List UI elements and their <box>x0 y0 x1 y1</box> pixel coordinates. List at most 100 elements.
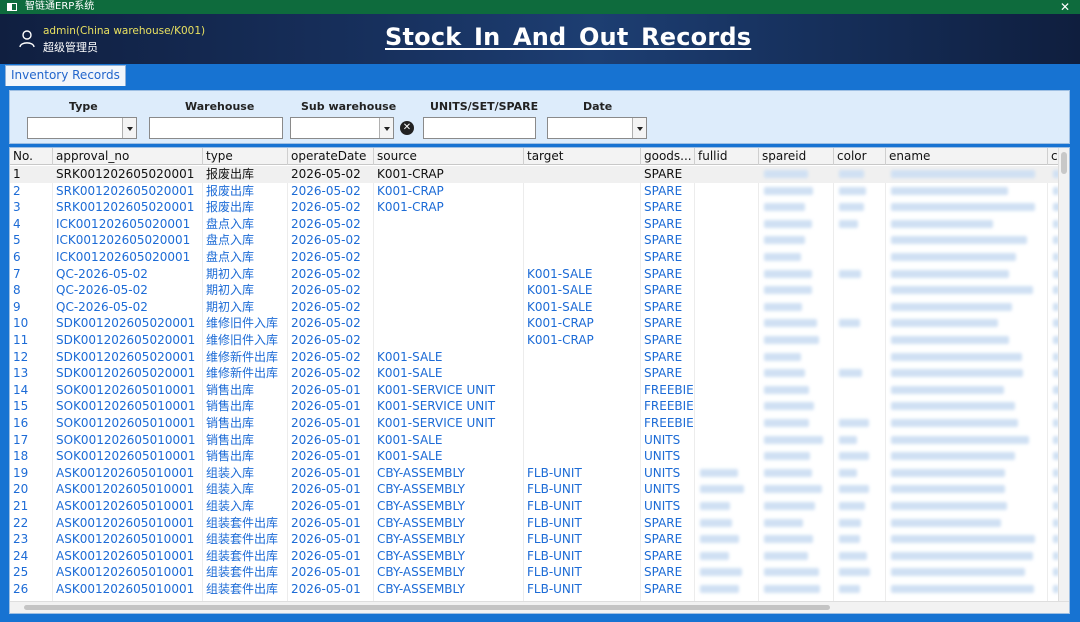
redacted-value <box>764 435 823 444</box>
column-header[interactable]: target <box>524 148 641 165</box>
table-cell: 报废出库 <box>206 167 255 181</box>
column-header[interactable]: ename <box>886 148 1048 165</box>
column-header[interactable]: type <box>203 148 288 165</box>
table-row[interactable]: 4 ICK001202605020001 盘点入库 2026-05-02 SPARE <box>10 216 1060 233</box>
clear-icon[interactable]: ✕ <box>400 121 414 135</box>
table-row[interactable]: 18 SOK001202605010001 销售出库 2026-05-01 K001-S… <box>10 448 1060 465</box>
table-row[interactable]: 12 SDK001202605020001 维修新件出库 2026-05-02 K001… <box>10 349 1060 366</box>
table-row[interactable]: 9 QC-2026-05-02 期初入库 2026-05-02 K001-SALE SPA… <box>10 299 1060 316</box>
table-row[interactable]: 23 ASK001202605010001 组装套件出库 2026-05-01 CBY-… <box>10 531 1060 548</box>
table-row[interactable]: 21 ASK001202605010001 组装入库 2026-05-01 CBY-AS… <box>10 498 1060 515</box>
table-cell <box>374 282 524 299</box>
table-row[interactable]: 1 SRK001202605020001 报废出库 2026-05-02 K001-CR… <box>10 166 1060 183</box>
table-row[interactable]: 24 ASK001202605010001 组装套件出库 2026-05-01 CBY-… <box>10 548 1060 565</box>
units-label: UNITS/SET/SPARE <box>430 100 539 113</box>
table-cell: UNITS <box>644 482 681 497</box>
table-cell: QC-2026-05-02 <box>56 299 148 314</box>
table-row[interactable]: 26 ASK001202605010001 组装套件出库 2026-05-01 CBY-… <box>10 581 1060 598</box>
table-cell: 20 <box>13 482 29 497</box>
table-cell: K001-SERVICE UNIT <box>377 416 496 430</box>
table-cell: 2026-05-01 <box>291 532 361 547</box>
table-row[interactable]: 6 ICK001202605020001 盘点入库 2026-05-02 SPARE <box>10 249 1060 266</box>
table-cell <box>374 266 524 283</box>
table-row[interactable]: 13 SDK001202605020001 维修新件出库 2026-05-02 K001… <box>10 365 1060 382</box>
date-select[interactable] <box>547 117 647 139</box>
column-header[interactable]: color <box>834 148 886 165</box>
table-row[interactable]: 14 SOK001202605010001 销售出库 2026-05-01 K001-S… <box>10 382 1060 399</box>
table-cell: K001-CRAP <box>377 200 444 215</box>
table-cell: SPARE <box>644 299 683 314</box>
column-header[interactable]: spareid <box>759 148 834 165</box>
table-row[interactable]: 17 SOK001202605010001 销售出库 2026-05-01 K001-S… <box>10 432 1060 449</box>
column-header[interactable]: No. <box>10 148 53 165</box>
table-row[interactable]: 16 SOK001202605010001 销售出库 2026-05-01 K001-S… <box>10 415 1060 432</box>
table-cell: SRK001202605020001 <box>56 200 195 215</box>
window-title-bar: 智链通ERP系统 ✕ <box>0 0 1080 14</box>
units-input[interactable] <box>423 117 536 139</box>
redacted-value <box>891 352 1022 361</box>
window-close-button[interactable]: ✕ <box>1060 0 1070 14</box>
table-row[interactable]: 7 QC-2026-05-02 期初入库 2026-05-02 K001-SALE SPA… <box>10 266 1060 283</box>
redacted-value <box>764 402 814 411</box>
table-cell <box>524 382 641 399</box>
table-cell: 2026-05-01 <box>291 449 361 464</box>
horizontal-scrollbar[interactable] <box>10 601 1069 613</box>
type-select[interactable] <box>27 117 137 139</box>
vertical-scrollbar[interactable] <box>1058 148 1069 602</box>
table-row[interactable]: 20 ASK001202605010001 组装入库 2026-05-01 CBY-AS… <box>10 481 1060 498</box>
table-cell: 组装套件出库 <box>206 532 279 547</box>
redacted-value <box>891 269 1009 278</box>
redacted-value <box>839 170 864 178</box>
column-header[interactable]: approval_no <box>53 148 203 165</box>
redacted-value <box>891 203 1035 212</box>
subwarehouse-select[interactable] <box>290 117 394 139</box>
table-row[interactable]: 25 ASK001202605010001 组装套件出库 2026-05-01 CBY-… <box>10 564 1060 581</box>
column-header[interactable]: goods... <box>641 148 695 165</box>
table-cell: SPARE <box>644 548 683 563</box>
redacted-value <box>891 419 1018 427</box>
table-cell: 23 <box>13 532 29 547</box>
redacted-value <box>891 585 1034 593</box>
records-table[interactable]: No. approval_no type operateDate source targe… <box>9 147 1070 614</box>
redacted-value <box>839 369 862 378</box>
table-cell: K001-CRAP <box>527 316 594 331</box>
table-cell: 10 <box>13 316 29 331</box>
chevron-down-icon[interactable] <box>632 118 646 138</box>
redacted-value <box>764 502 815 510</box>
table-cell: FLB-UNIT <box>527 565 582 580</box>
warehouse-input[interactable] <box>149 117 283 139</box>
scroll-thumb[interactable] <box>1061 152 1067 174</box>
table-row[interactable]: 8 QC-2026-05-02 期初入库 2026-05-02 K001-SALE SPA… <box>10 282 1060 299</box>
table-cell: SOK001202605010001 <box>56 382 196 397</box>
table-cell: FLB-UNIT <box>527 532 582 547</box>
table-row[interactable]: 22 ASK001202605010001 组装套件出库 2026-05-01 CBY-… <box>10 515 1060 532</box>
table-row[interactable]: 11 SDK001202605020001 维修旧件入库 2026-05-02 K001… <box>10 332 1060 349</box>
chevron-down-icon[interactable] <box>122 118 136 138</box>
table-cell: SPARE <box>644 216 683 231</box>
user-role: 超级管理员 <box>43 41 98 54</box>
table-body: 1 SRK001202605020001 报废出库 2026-05-02 K001-CR… <box>10 166 1060 602</box>
table-cell: FLB-UNIT <box>527 515 582 530</box>
table-cell: UNITS <box>644 465 681 480</box>
table-cell: SPARE <box>644 250 683 264</box>
table-row[interactable]: 2 SRK001202605020001 报废出库 2026-05-02 K001-CR… <box>10 183 1060 200</box>
table-cell: 报废出库 <box>206 183 255 198</box>
table-cell: SDK001202605020001 <box>56 316 196 331</box>
table-row[interactable]: 15 SOK001202605010001 销售出库 2026-05-01 K001-S… <box>10 398 1060 415</box>
table-cell: CBY-ASSEMBLY <box>377 515 465 530</box>
table-row[interactable]: 3 SRK001202605020001 报废出库 2026-05-02 K001-CR… <box>10 199 1060 216</box>
header-banner: admin(China warehouse/K001) 超级管理员 Stock … <box>0 14 1080 64</box>
column-header[interactable]: operateDate <box>288 148 374 165</box>
table-row[interactable]: 19 ASK001202605010001 组装入库 2026-05-01 CBY-AS… <box>10 465 1060 482</box>
table-cell: 2026-05-01 <box>291 482 361 497</box>
column-header[interactable]: fullid <box>695 148 759 165</box>
table-cell: K001-SALE <box>527 299 593 314</box>
column-header[interactable]: source <box>374 148 524 165</box>
table-cell: SPARE <box>644 167 683 181</box>
table-row[interactable]: 10 SDK001202605020001 维修旧件入库 2026-05-02 K001… <box>10 315 1060 332</box>
chevron-down-icon[interactable] <box>379 118 393 138</box>
tab-inventory-records[interactable]: Inventory Records <box>5 65 126 86</box>
table-cell: 2026-05-02 <box>291 183 361 198</box>
scroll-thumb[interactable] <box>24 605 830 610</box>
table-row[interactable]: 5 ICK001202605020001 盘点入库 2026-05-02 SPARE <box>10 232 1060 249</box>
